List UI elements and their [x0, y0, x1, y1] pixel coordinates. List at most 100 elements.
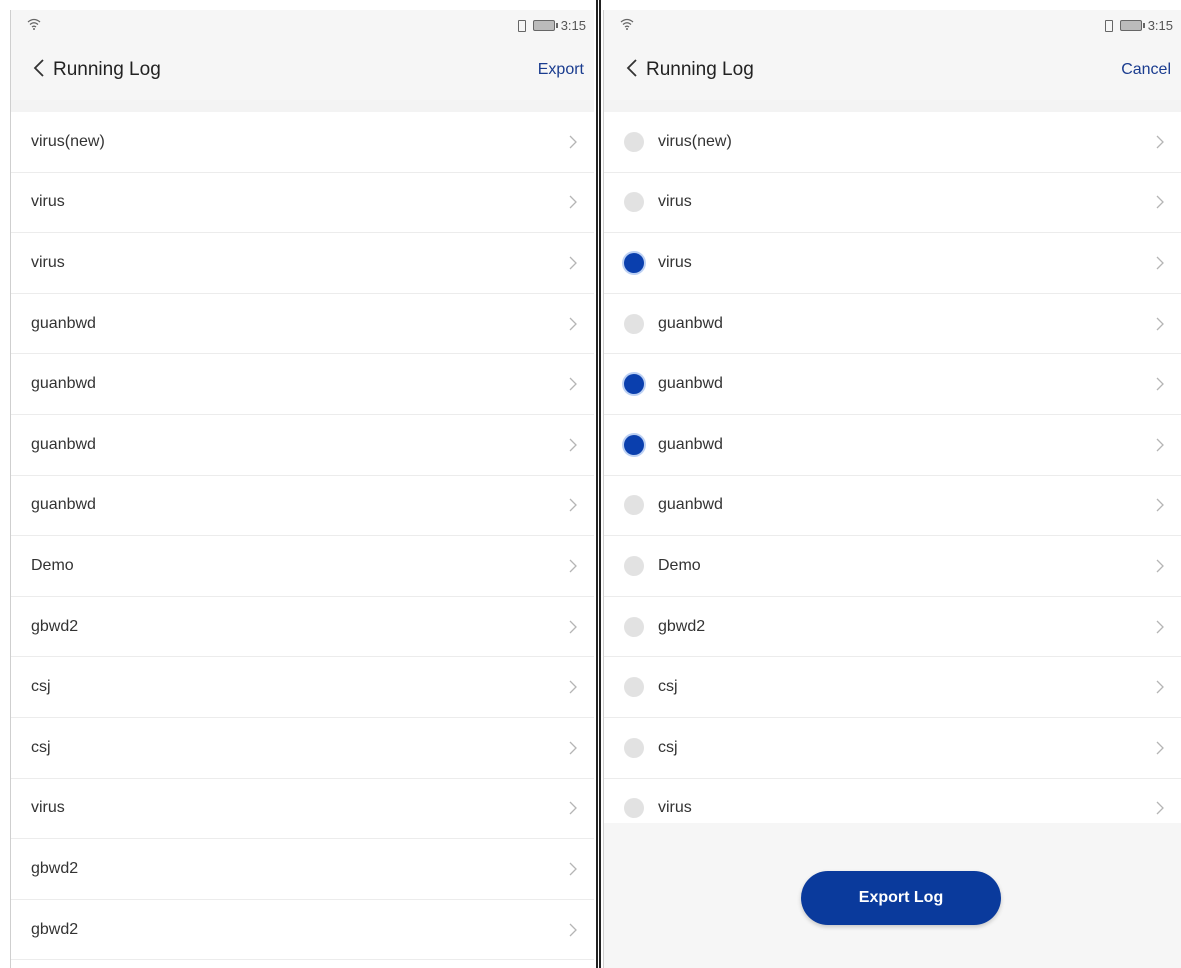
chevron-right-icon — [1156, 195, 1164, 209]
log-item-label: gbwd2 — [658, 617, 706, 635]
status-bar: 3:15 — [11, 10, 594, 40]
log-list-item[interactable]: csj — [11, 657, 594, 718]
log-list-item[interactable]: Demo — [11, 536, 594, 597]
chevron-right-icon — [569, 377, 577, 391]
log-select-item[interactable]: guanbwd — [604, 476, 1181, 537]
back-chevron-left-icon[interactable] — [624, 58, 640, 83]
app-header: Running Log Export — [11, 40, 594, 100]
log-list-item[interactable]: csj — [11, 718, 594, 779]
vibrate-icon — [515, 19, 527, 32]
left-screen: 3:15 Running Log Export virus(new) virus v… — [10, 10, 594, 968]
log-item-label: virus(new) — [658, 132, 732, 150]
chevron-right-icon — [569, 741, 577, 755]
log-item-label: virus — [658, 253, 692, 271]
log-item-label: virus — [31, 253, 65, 271]
log-item-label: Demo — [31, 556, 74, 574]
radio-selected-icon[interactable] — [624, 374, 644, 395]
radio-unselected-icon[interactable] — [624, 798, 644, 819]
log-item-label: gbwd2 — [31, 920, 79, 938]
section-gap — [604, 100, 1181, 112]
export-button[interactable]: Export — [538, 61, 584, 79]
log-list-item[interactable]: guanbwd — [11, 415, 594, 476]
page-title: Running Log — [646, 59, 754, 80]
log-list-item[interactable]: guanbwd — [11, 476, 594, 537]
log-item-label: guanbwd — [658, 435, 723, 453]
log-list-item[interactable]: gbwd2 — [11, 597, 594, 658]
log-list-item[interactable]: virus — [11, 173, 594, 234]
log-list-item[interactable]: guanbwd — [11, 294, 594, 355]
log-list-item[interactable]: guanbwd — [11, 354, 594, 415]
log-list: virus(new) virus virus guanbwd guanbwd guanbw… — [11, 112, 594, 961]
log-item-label: guanbwd — [31, 496, 96, 514]
radio-unselected-icon[interactable] — [624, 737, 644, 758]
log-select-item[interactable]: Demo — [604, 536, 1181, 597]
chevron-right-icon — [1156, 741, 1164, 755]
log-select-item[interactable]: guanbwd — [604, 294, 1181, 355]
log-select-item[interactable]: virus — [604, 233, 1181, 294]
wifi-icon — [27, 18, 41, 33]
back-chevron-left-icon[interactable] — [31, 58, 47, 83]
log-list-item[interactable]: virus — [11, 779, 594, 840]
radio-selected-icon[interactable] — [624, 252, 644, 273]
radio-selected-icon[interactable] — [624, 434, 644, 455]
chevron-right-icon — [1156, 559, 1164, 573]
radio-unselected-icon[interactable] — [624, 313, 644, 334]
chevron-right-icon — [569, 438, 577, 452]
log-item-label: virus — [658, 799, 692, 817]
log-item-label: guanbwd — [31, 375, 96, 393]
chevron-right-icon — [569, 862, 577, 876]
bottom-action-area: Export Log — [604, 823, 1181, 968]
chevron-right-icon — [1156, 135, 1164, 149]
log-item-label: csj — [31, 738, 51, 756]
log-select-item[interactable]: csj — [604, 718, 1181, 779]
chevron-right-icon — [569, 923, 577, 936]
log-list-item[interactable]: gbwd2 — [11, 900, 594, 961]
log-select-item[interactable]: virus — [604, 173, 1181, 234]
chevron-right-icon — [1156, 438, 1164, 452]
status-bar: 3:15 — [604, 10, 1181, 40]
log-item-label: guanbwd — [31, 435, 96, 453]
cancel-button[interactable]: Cancel — [1121, 61, 1171, 79]
log-list-item[interactable]: virus — [11, 233, 594, 294]
status-time: 3:15 — [560, 17, 586, 33]
right-screen: 3:15 Running Log Cancel virus(new) virus v… — [603, 10, 1181, 968]
log-item-label: virus — [31, 193, 65, 211]
radio-unselected-icon[interactable] — [624, 616, 644, 637]
export-log-button[interactable]: Export Log — [801, 871, 1001, 925]
log-select-item[interactable]: guanbwd — [604, 415, 1181, 476]
chevron-right-icon — [1156, 317, 1164, 331]
chevron-right-icon — [1156, 377, 1164, 391]
chevron-right-icon — [569, 559, 577, 573]
chevron-right-icon — [569, 135, 577, 149]
radio-unselected-icon[interactable] — [624, 192, 644, 213]
chevron-right-icon — [569, 317, 577, 331]
chevron-right-icon — [569, 680, 577, 694]
wifi-icon — [620, 18, 634, 33]
radio-unselected-icon[interactable] — [624, 555, 644, 576]
log-item-label: guanbwd — [658, 496, 723, 514]
chevron-right-icon — [569, 195, 577, 209]
log-item-label: Demo — [658, 556, 701, 574]
log-item-label: guanbwd — [31, 314, 96, 332]
screen-divider — [596, 0, 601, 968]
log-list-item[interactable]: virus(new) — [11, 112, 594, 173]
log-item-label: guanbwd — [658, 314, 723, 332]
log-select-item[interactable]: gbwd2 — [604, 597, 1181, 658]
log-item-label: guanbwd — [658, 375, 723, 393]
radio-unselected-icon[interactable] — [624, 677, 644, 698]
radio-unselected-icon[interactable] — [624, 495, 644, 516]
app-header: Running Log Cancel — [604, 40, 1181, 100]
chevron-right-icon — [1156, 256, 1164, 270]
status-time: 3:15 — [1147, 17, 1173, 33]
chevron-right-icon — [569, 498, 577, 512]
log-item-label: virus — [31, 799, 65, 817]
radio-unselected-icon[interactable] — [624, 131, 644, 152]
battery-icon — [532, 19, 558, 31]
log-select-item[interactable]: csj — [604, 657, 1181, 718]
log-item-label: gbwd2 — [31, 617, 79, 635]
log-list-item[interactable]: gbwd2 — [11, 839, 594, 900]
log-select-item[interactable]: guanbwd — [604, 354, 1181, 415]
log-select-item[interactable]: virus(new) — [604, 112, 1181, 173]
chevron-right-icon — [569, 620, 577, 634]
log-item-label: virus — [658, 193, 692, 211]
